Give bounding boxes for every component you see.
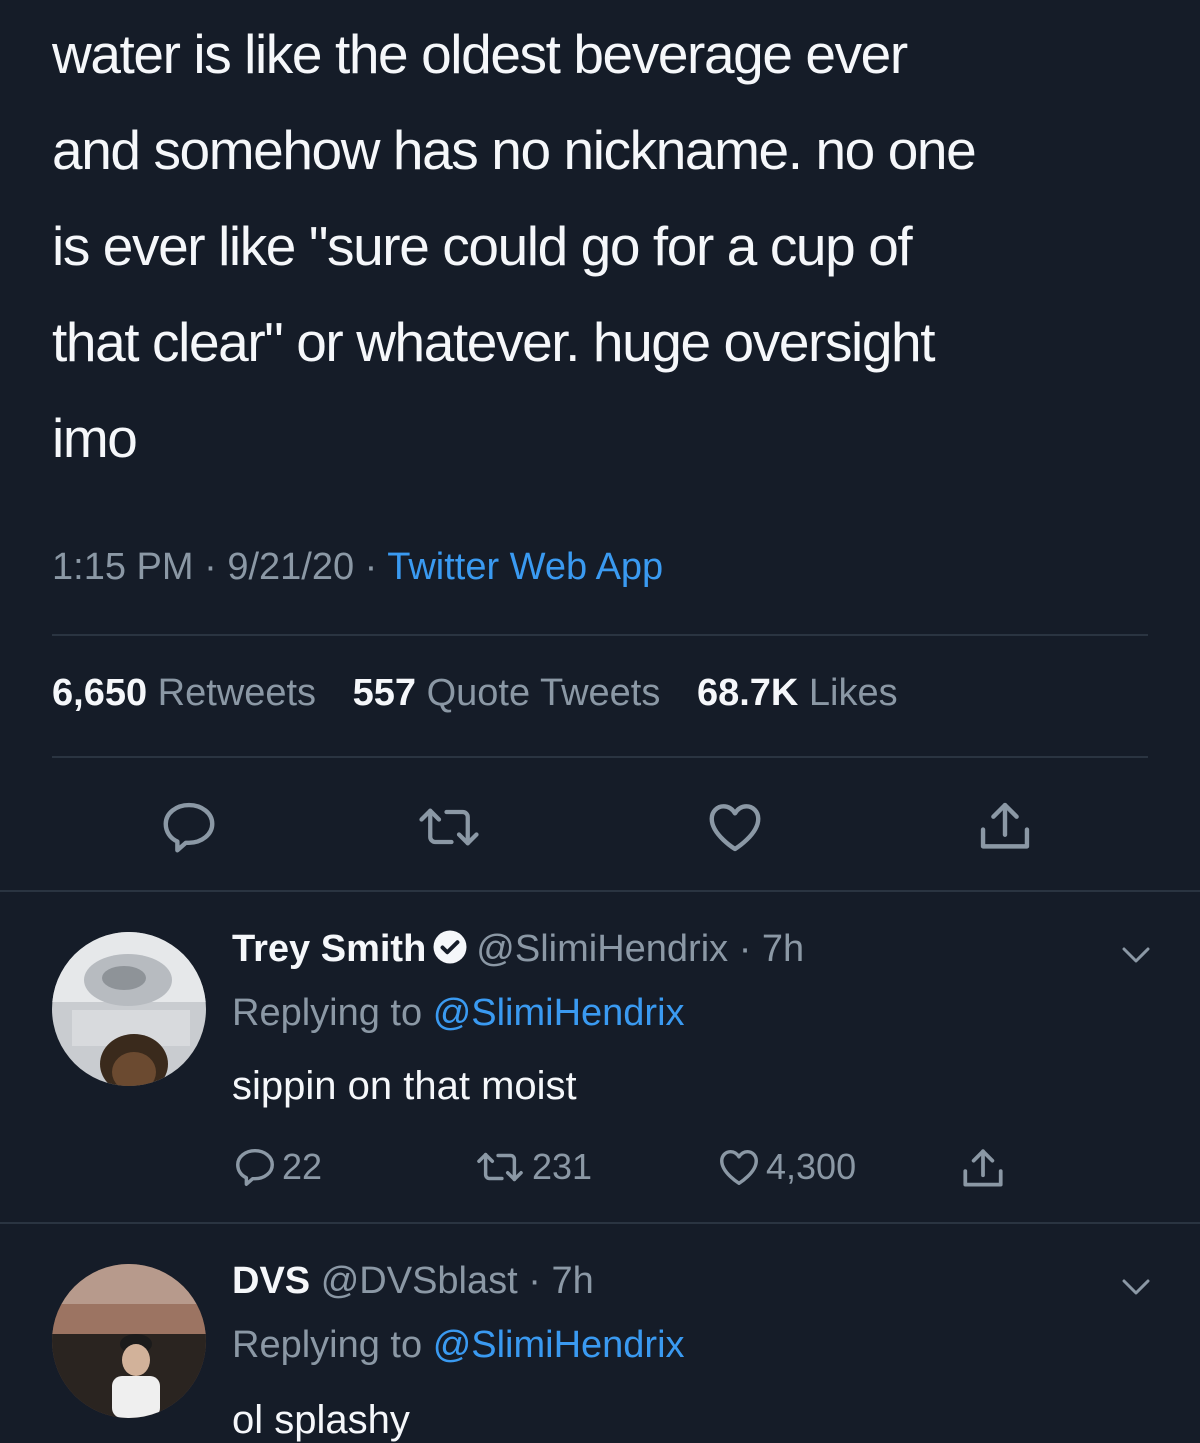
tweet-source[interactable]: Twitter Web App	[387, 546, 663, 588]
user-handle[interactable]: @DVSblast	[321, 1260, 518, 1302]
avatar[interactable]	[52, 1264, 206, 1418]
tweet-text-line: that clear" or whatever. huge oversight	[52, 311, 936, 373]
reply-header: Trey Smith @SlimiHendrix · 7h	[232, 928, 804, 975]
share-button[interactable]	[974, 796, 1036, 858]
replying-to-label: Replying to	[232, 1324, 423, 1366]
tweet-meta: 1:15 PM · 9/21/20 · Twitter Web App	[52, 546, 663, 589]
share-upload-icon	[963, 1149, 1003, 1187]
tweet-text-line: water is like the oldest beverage ever	[52, 23, 908, 85]
user-handle[interactable]: @SlimiHendrix	[476, 928, 728, 970]
tweet-text-line: and somehow has no nickname. no one	[52, 119, 977, 181]
meta-separator: ·	[738, 928, 752, 970]
quotes-label: Quote Tweets	[426, 672, 661, 714]
tweet-text-line: imo	[52, 407, 138, 469]
tweet-time[interactable]: 1:15 PM	[52, 546, 194, 588]
reply-time[interactable]: 7h	[551, 1260, 593, 1302]
retweet-button[interactable]	[414, 796, 484, 858]
meta-separator: ·	[364, 546, 378, 588]
avatar[interactable]	[52, 932, 206, 1086]
retweet-arrows-icon	[477, 1152, 523, 1182]
meta-separator: ·	[528, 1260, 541, 1302]
replying-to-mention[interactable]: @SlimiHendrix	[433, 992, 685, 1034]
verified-badge-icon	[432, 929, 468, 975]
reply-header: DVS @DVSblast · 7h	[232, 1260, 594, 1303]
quote-tweets-stat[interactable]: 557 Quote Tweets	[353, 672, 687, 714]
retweet-count: 231	[532, 1146, 593, 1187]
more-options-button[interactable]	[1118, 940, 1154, 975]
reply-text: ol splashy	[232, 1398, 410, 1442]
meta-separator: ·	[204, 546, 217, 588]
tweet-text-line: is ever like "sure could go for a cup of	[52, 215, 913, 277]
reply-time[interactable]: 7h	[762, 928, 804, 970]
tweet-date[interactable]: 9/21/20	[227, 546, 354, 588]
heart-icon	[720, 1149, 758, 1186]
likes-count: 68.7K	[696, 672, 799, 714]
display-name[interactable]: DVS	[232, 1260, 310, 1302]
heart-icon	[709, 804, 761, 852]
retweets-label: Retweets	[157, 672, 317, 714]
avatar-image	[52, 932, 206, 1086]
divider	[52, 634, 1148, 636]
share-button[interactable]	[958, 1144, 1012, 1194]
more-options-button[interactable]	[1118, 1272, 1154, 1307]
replying-to-label: Replying to	[232, 992, 423, 1034]
divider	[52, 756, 1148, 758]
tweet-stats: 6,650 Retweets 557 Quote Tweets 68.7K Li…	[52, 672, 924, 715]
replying-to-mention[interactable]: @SlimiHendrix	[433, 1324, 685, 1366]
like-button[interactable]	[704, 796, 766, 858]
like-count: 4,300	[766, 1146, 857, 1187]
speech-bubble-icon	[163, 802, 215, 853]
retweet-count-button[interactable]: 231	[472, 1144, 592, 1190]
reply-tweet[interactable]: Trey Smith @SlimiHendrix · 7h Replying to…	[0, 890, 1200, 1222]
like-count-button[interactable]: 4,300	[716, 1144, 856, 1190]
avatar-image	[52, 1264, 206, 1418]
retweets-count: 6,650	[52, 672, 148, 714]
reply-text: sippin on that moist	[232, 1064, 577, 1108]
retweet-arrows-icon	[419, 808, 479, 846]
share-upload-icon	[980, 802, 1030, 849]
chevron-down-icon	[1122, 947, 1150, 963]
likes-stat[interactable]: 68.7K Likes	[697, 672, 924, 714]
tweet-text: water is like the oldest beverage ever a…	[52, 6, 1162, 486]
replying-to: Replying to @SlimiHendrix	[232, 1324, 685, 1367]
reply-button[interactable]	[158, 796, 220, 858]
quotes-count: 557	[352, 672, 417, 714]
reply-count-button[interactable]: 22	[232, 1144, 322, 1190]
chevron-down-icon	[1122, 1279, 1150, 1295]
retweets-stat[interactable]: 6,650 Retweets	[52, 672, 342, 714]
speech-bubble-icon	[236, 1148, 274, 1186]
reply-count: 22	[282, 1146, 323, 1187]
reply-tweet[interactable]: DVS @DVSblast · 7h Replying to @SlimiHen…	[0, 1222, 1200, 1442]
replying-to: Replying to @SlimiHendrix	[232, 992, 685, 1035]
display-name[interactable]: Trey Smith	[232, 928, 426, 970]
likes-label: Likes	[808, 672, 898, 714]
